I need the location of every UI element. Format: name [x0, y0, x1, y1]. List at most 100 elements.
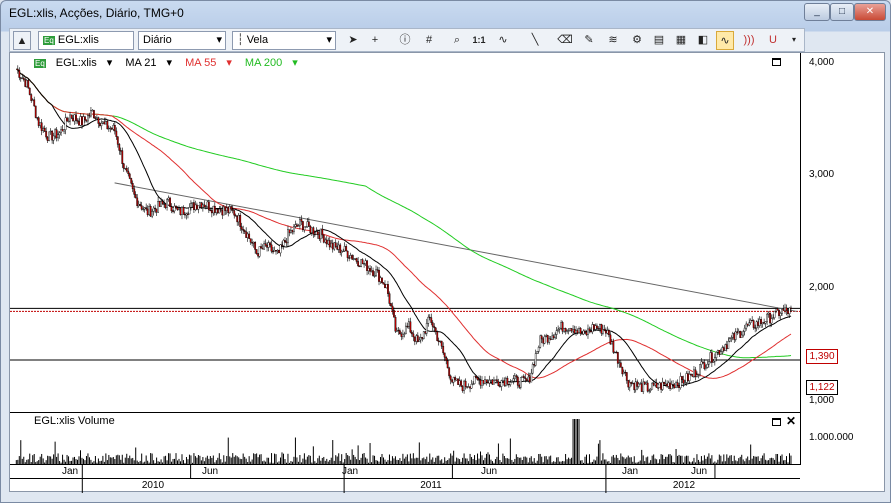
magnet-icon[interactable]: U [764, 31, 782, 50]
candle [285, 241, 288, 244]
candle [69, 114, 71, 122]
candle [531, 364, 534, 374]
volume-pane[interactable]: EGL:xlis Volume ✕ [10, 412, 800, 464]
candle [494, 379, 497, 381]
layout-icon[interactable]: ◧ [694, 31, 712, 50]
pointer-icon[interactable]: ➤ [344, 31, 362, 50]
time-axis[interactable]: Jan Jun Jan Jun Jan Jun 2010 2011 2012 [10, 464, 800, 493]
candle [587, 328, 589, 335]
ratio-button[interactable]: 1:1 [470, 31, 488, 50]
candle [721, 347, 724, 352]
candle [648, 390, 651, 392]
minimize-button[interactable]: _ [804, 3, 830, 21]
candle [152, 207, 155, 212]
candle [707, 361, 710, 365]
candle [724, 344, 727, 351]
candle [415, 335, 418, 342]
study-icon[interactable]: ∿ [716, 31, 734, 50]
candle [773, 310, 776, 318]
legend-symbol[interactable]: Eq EGL:xlis ▾ [34, 57, 112, 69]
sound-icon[interactable]: ))) [740, 31, 758, 50]
toolbar-overflow-icon[interactable]: ▾ [788, 31, 800, 50]
maximize-button[interactable]: □ [830, 3, 854, 21]
candle [191, 202, 194, 204]
line-tool-icon[interactable]: ╲ [526, 31, 544, 50]
candle [203, 204, 206, 208]
symbol-input[interactable]: Eq EGL:xlis [38, 31, 134, 50]
candle [710, 352, 713, 363]
candle [658, 382, 661, 388]
price-chart[interactable] [10, 53, 800, 410]
price-pane[interactable]: Eq EGL:xlis ▾ MA 21 ▾ MA 55 ▾ MA 200 ▾ [10, 53, 800, 410]
candle [301, 221, 304, 231]
candle [273, 250, 276, 252]
maximize-volume-pane-icon[interactable] [772, 418, 781, 426]
candle [609, 334, 612, 345]
candle [263, 243, 265, 250]
objects-icon[interactable]: ⚙ [628, 31, 646, 50]
legend-ma21[interactable]: MA 21 ▾ [125, 57, 172, 69]
candle [603, 329, 606, 331]
candle [490, 379, 492, 381]
candle [240, 226, 243, 230]
maximize-pane-icon[interactable] [772, 58, 781, 66]
info-icon[interactable]: ⓘ [396, 31, 414, 50]
price-axis[interactable]: 4,000 3,000 2,000 1,000 1.000.000 [800, 53, 885, 465]
candle [516, 376, 519, 386]
candle [22, 77, 25, 80]
crosshair-icon[interactable]: + [366, 31, 384, 50]
candle [688, 374, 691, 381]
candle [630, 382, 633, 384]
candle [412, 333, 415, 338]
candle [63, 129, 65, 132]
candle [634, 381, 637, 391]
candle [448, 367, 451, 377]
candle [319, 228, 322, 240]
candle [697, 374, 700, 376]
candle [778, 310, 780, 316]
candle [754, 327, 757, 329]
close-button[interactable]: ✕ [854, 3, 886, 21]
candle [124, 167, 127, 170]
candle [624, 371, 627, 374]
eraser-icon[interactable]: ⌫ [556, 31, 574, 50]
legend-ma55[interactable]: MA 55 ▾ [185, 57, 232, 69]
candle [525, 378, 528, 382]
candle [510, 380, 513, 383]
candle [66, 117, 68, 122]
candle [452, 377, 455, 383]
candle [424, 331, 427, 334]
candle [555, 330, 558, 335]
template-icon[interactable]: ▤ [650, 31, 668, 50]
candle [461, 385, 464, 391]
candle [422, 331, 425, 339]
title-bar[interactable]: EGL:xlis, Acções, Diário, TMG+0 _ □ ✕ [1, 1, 890, 25]
indicator-icon[interactable]: ▦ [672, 31, 690, 50]
chart-toolbar: ▲ Eq EGL:xlis Diário ▾ ┆ Vela ▾ ➤ + ⓘ # … [9, 28, 805, 52]
candle [166, 199, 168, 208]
candle [51, 130, 54, 141]
candle [743, 327, 746, 332]
wave-icon[interactable]: ∿ [494, 31, 512, 50]
period-select[interactable]: Diário ▾ [138, 31, 226, 50]
zoom-icon[interactable]: ⌕ [448, 31, 466, 50]
candle [530, 372, 533, 383]
candle [678, 385, 680, 389]
candle [719, 351, 722, 355]
collapse-up-icon[interactable]: ▲ [13, 31, 31, 50]
close-volume-pane-icon[interactable]: ✕ [786, 414, 796, 428]
candle [269, 242, 271, 246]
chart-type-select[interactable]: ┆ Vela ▾ [232, 31, 336, 50]
candle [60, 129, 62, 134]
legend-ma200[interactable]: MA 200 ▾ [245, 57, 298, 69]
candle [485, 379, 488, 383]
candle [440, 340, 443, 347]
candle [573, 329, 576, 334]
candle [278, 250, 280, 254]
candle [473, 375, 476, 384]
grid-icon[interactable]: # [420, 31, 438, 50]
candle [98, 123, 101, 126]
fibonacci-icon[interactable]: ≋ [604, 31, 622, 50]
candle [416, 335, 419, 342]
draw-icon[interactable]: ✎ [580, 31, 598, 50]
